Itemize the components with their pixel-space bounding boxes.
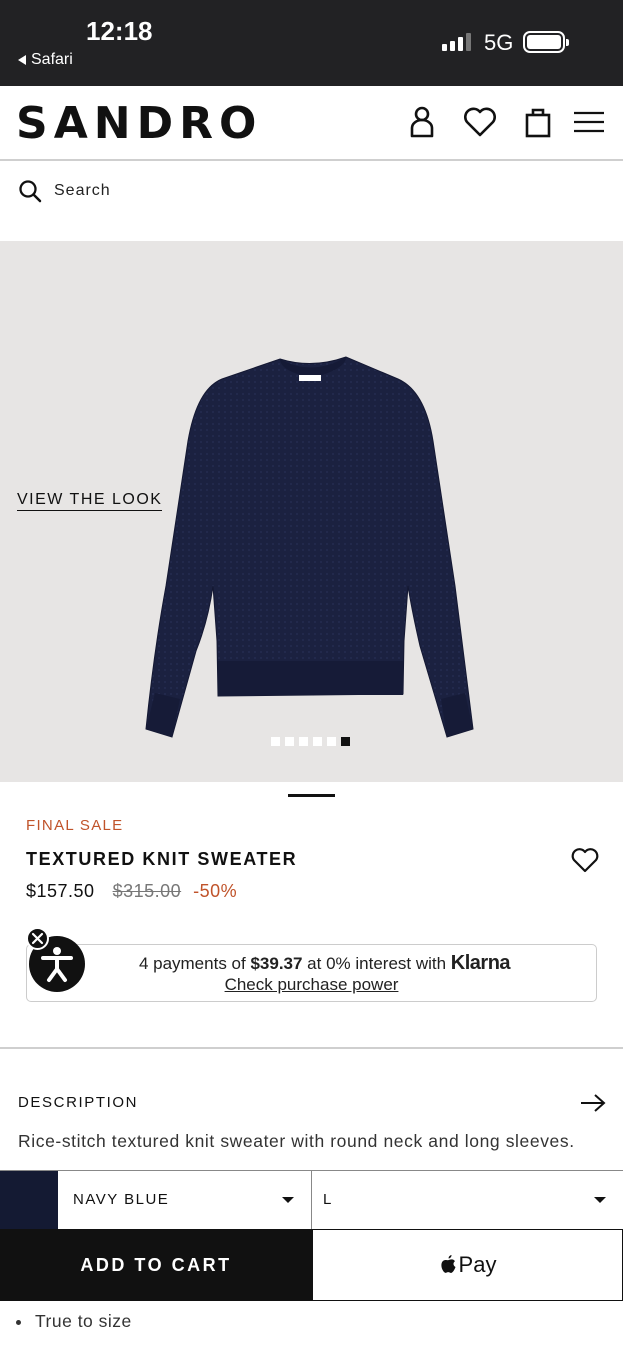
product-title: TEXTURED KNIT SWEATER	[26, 849, 298, 869]
check-purchase-power-link[interactable]: Check purchase power	[27, 975, 596, 995]
size-select[interactable]: L	[312, 1171, 623, 1229]
gallery-dot[interactable]	[313, 737, 322, 746]
signal-icon	[442, 33, 471, 51]
back-arrow-icon	[18, 55, 26, 65]
description-title[interactable]: DESCRIPTION	[18, 1094, 138, 1111]
description-text: Rice-stitch textured knit sweater with r…	[18, 1131, 575, 1151]
price-original: $315.00	[112, 881, 182, 901]
chevron-down-icon	[594, 1197, 606, 1203]
final-sale-badge: FINAL SALE	[26, 817, 124, 834]
accessibility-close-button[interactable]	[26, 927, 49, 950]
back-to-safari[interactable]: Safari	[18, 51, 73, 69]
size-select-value: L	[323, 1191, 333, 1208]
section-divider	[0, 1047, 623, 1049]
battery-icon	[523, 31, 569, 53]
list-item: True to size	[16, 1311, 132, 1332]
close-icon	[31, 932, 44, 945]
details-item-text: True to size	[35, 1311, 132, 1331]
brand-logo[interactable]: SANDRO	[16, 98, 262, 149]
arrow-right-icon[interactable]	[580, 1093, 606, 1113]
gallery-pagination[interactable]	[271, 737, 350, 746]
gallery-dot[interactable]	[271, 737, 280, 746]
discount-label: -50%	[193, 881, 238, 901]
add-to-cart-button[interactable]: ADD TO CART	[0, 1229, 312, 1301]
color-select-value: NAVY BLUE	[73, 1191, 170, 1208]
klarna-banner: 4 payments of $39.37 at 0% interest with…	[26, 944, 597, 1002]
apple-logo-icon	[440, 1255, 456, 1273]
klarna-amount: $39.37	[250, 954, 303, 973]
chevron-down-icon	[282, 1197, 294, 1203]
price-block: $157.50 $315.00 -50%	[26, 881, 237, 902]
apple-pay-button[interactable]: Pay	[312, 1229, 623, 1301]
color-swatch[interactable]	[0, 1171, 58, 1229]
gallery-dot[interactable]	[299, 737, 308, 746]
klarna-text-before: 4 payments of	[138, 954, 251, 973]
klarna-text-after: at 0% interest with	[302, 954, 451, 973]
color-select[interactable]: NAVY BLUE	[58, 1171, 312, 1229]
add-to-wishlist-heart-icon[interactable]	[571, 847, 599, 873]
product-gallery[interactable]: VIEW THE LOOK	[0, 241, 623, 782]
klarna-installment-text: 4 payments of $39.37 at 0% interest with…	[27, 952, 596, 975]
apple-pay-label: Pay	[458, 1252, 497, 1277]
wishlist-icon[interactable]	[462, 104, 498, 140]
price-current: $157.50	[26, 881, 95, 901]
search-icon	[19, 180, 42, 203]
klarna-logo: Klarna	[450, 952, 511, 974]
status-bar: 12:18 Safari 5G	[0, 0, 623, 86]
sheet-drag-handle[interactable]	[288, 794, 335, 797]
account-icon[interactable]	[404, 104, 440, 140]
network-label: 5G	[484, 30, 514, 55]
gallery-dot[interactable]	[327, 737, 336, 746]
purchase-actions: ADD TO CART Pay	[0, 1229, 623, 1301]
menu-icon[interactable]	[572, 104, 606, 140]
view-the-look-link[interactable]: VIEW THE LOOK	[17, 491, 163, 511]
search-label: Search	[54, 182, 111, 199]
variant-selectors: NAVY BLUE L	[0, 1170, 623, 1229]
status-time: 12:18	[86, 16, 153, 46]
sweater-image	[145, 356, 474, 738]
site-header: SANDRO	[0, 86, 623, 161]
gallery-dot[interactable]	[285, 737, 294, 746]
search-bar[interactable]: Search	[0, 163, 623, 219]
bag-icon[interactable]	[520, 104, 556, 140]
gallery-dot-active[interactable]	[341, 737, 350, 746]
back-app-label: Safari	[31, 51, 73, 68]
